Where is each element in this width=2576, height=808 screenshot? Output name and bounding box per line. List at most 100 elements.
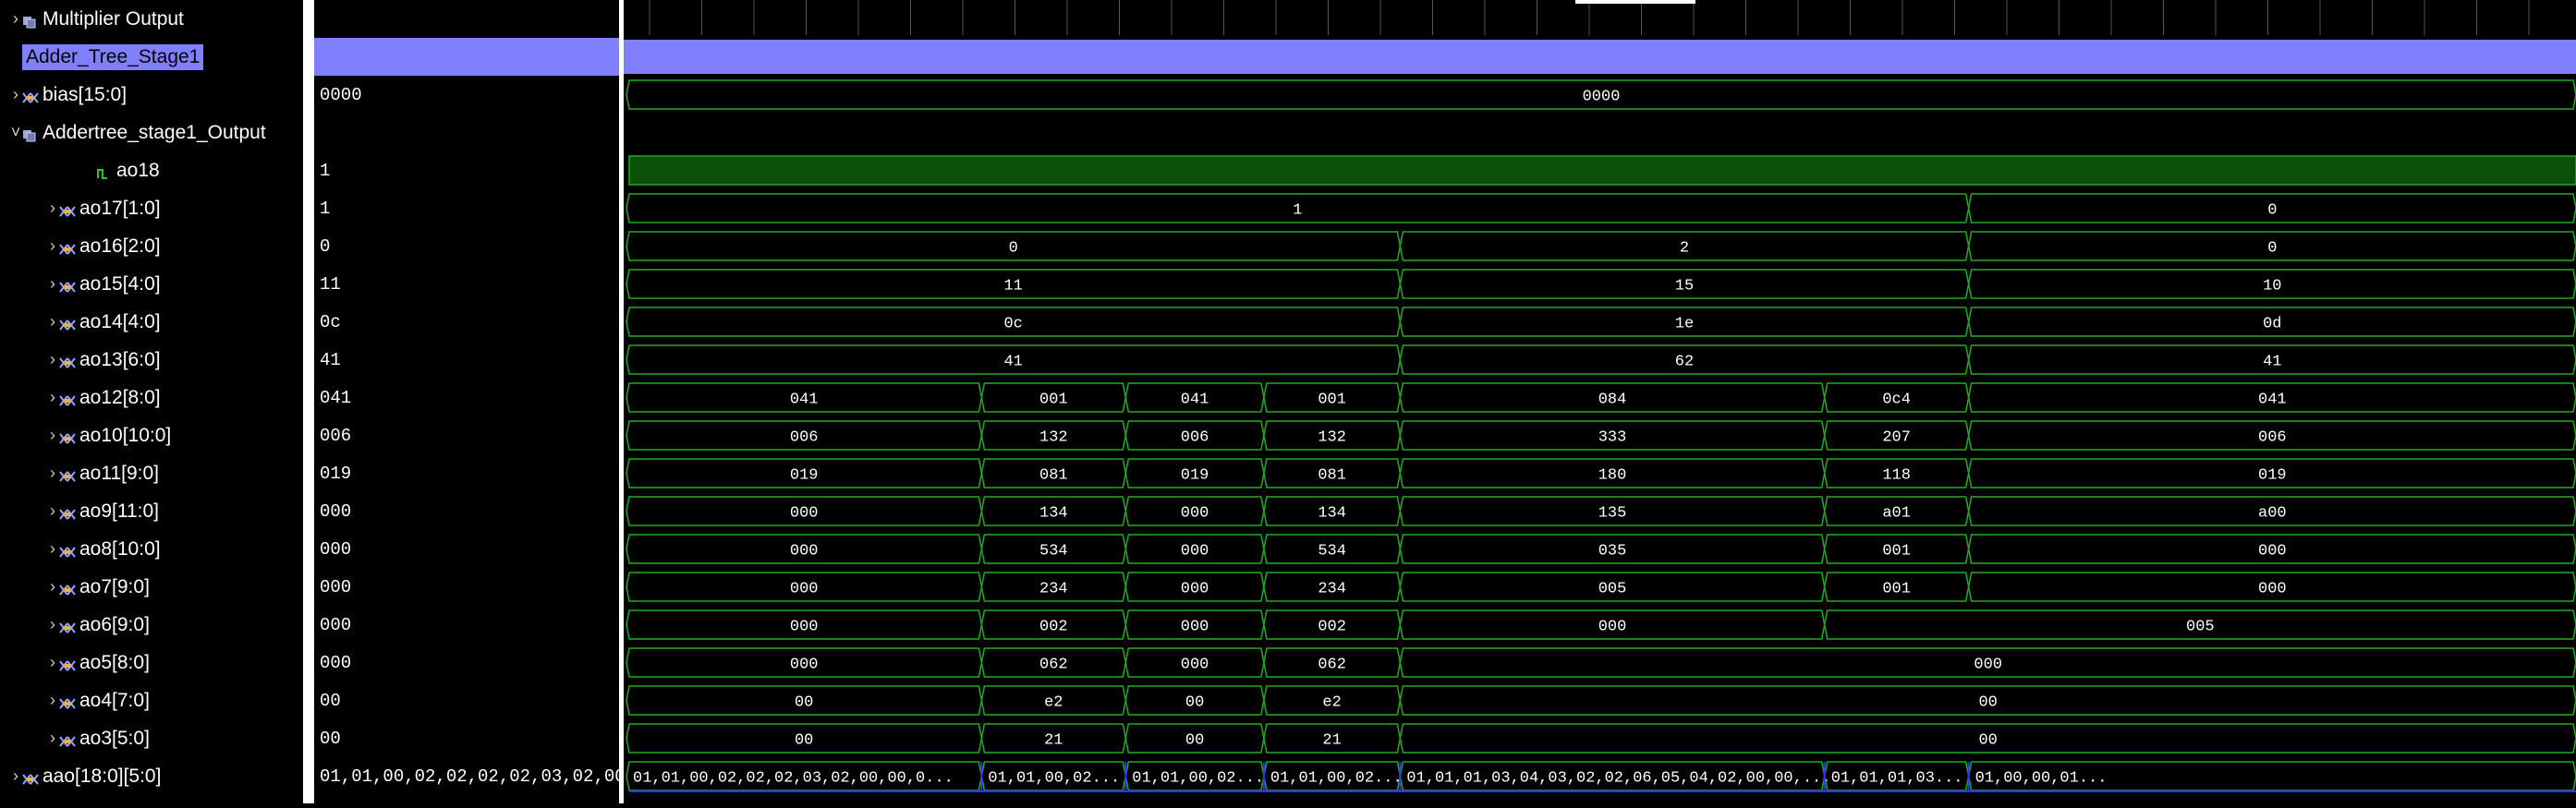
signal-value-ao6: 000 [314,606,619,644]
signal-name-label: ao9[11:0] [79,500,160,522]
signal-name-label: ao10[10:0] [79,424,172,446]
chevron-right-icon[interactable]: › [46,729,59,748]
signal-name-row-ao17[interactable]: › ao17[1:0] [0,189,303,227]
signal-name-row-ao12[interactable]: › ao12[8:0] [0,379,303,416]
chevron-right-icon[interactable]: › [46,199,59,218]
signal-value-text: 000 [320,500,352,522]
bus-value-label: e2 [1044,694,1063,712]
waveform-canvas[interactable]: 00001 00 2 011 15 100c 1e 0d41 62 41041 001 041 001 0… [624,0,2576,803]
signal-value-ao18: 1 [314,151,619,189]
signal-name-row-ao10[interactable]: › ao10[10:0] [0,416,303,454]
bus-value-label: 135 [1598,505,1627,523]
chevron-right-icon[interactable]: › [9,766,22,786]
chevron-right-icon[interactable]: › [46,236,59,256]
bus-value-label: a00 [2258,505,2287,523]
bus-value-label: 10 [2263,278,2281,295]
cursor-marker[interactable] [1575,0,1695,4]
bus-value-label: 62 [1675,354,1694,371]
bus-value-label: 000 [1598,619,1627,636]
signal-name-row-ao14[interactable]: › ao14[4:0] [0,303,303,341]
bus-value-label: 000 [2258,581,2287,598]
bus-icon [59,618,76,633]
chevron-right-icon[interactable]: › [9,9,22,29]
bus-icon [22,88,39,103]
signal-name-label: ao16[2:0] [79,235,161,257]
bus-value-label: 000 [1974,657,2002,674]
signal-name-row-multiplier_output[interactable]: › Multiplier Output [0,0,303,38]
chevron-right-icon[interactable]: › [46,691,59,710]
signal-name-row-ao13[interactable]: › ao13[6:0] [0,341,303,379]
bus-value-label: 234 [1039,581,1068,598]
signal-name-row-ao6[interactable]: › ao6[9:0] [0,606,303,644]
bus-value-label: 00 [1978,732,1997,750]
chevron-right-icon[interactable]: › [46,577,59,597]
bus-value-label: 0c4 [1882,392,1911,409]
signal-name-pane: › Multiplier Output Adder_Tree_Stage1 › bias… [0,0,303,803]
bus-icon [59,731,76,747]
signal-name-row-ao11[interactable]: › ao11[9:0] [0,454,303,492]
signal-name-row-ao8[interactable]: › ao8[10:0] [0,530,303,568]
signal-name-row-ao15[interactable]: › ao15[4:0] [0,265,303,303]
chevron-right-icon[interactable]: › [46,274,59,294]
signal-name-row-bias[interactable]: › bias[15:0] [0,76,303,114]
signal-name-label: ao6[9:0] [79,613,150,635]
bus-value-label: 01,00,00,01... [1975,770,2108,788]
signal-name-row-ao3[interactable]: › ao3[5:0] [0,719,303,757]
bus-value-label: 000 [1181,581,1209,598]
chevron-right-icon[interactable]: › [46,615,59,634]
chevron-right-icon[interactable]: › [46,464,59,483]
signal-name-row-ao18[interactable]: ao18 [0,151,303,189]
chevron-right-icon[interactable]: › [46,653,59,672]
bus-value-label: 000 [1181,657,1209,674]
signal-value-ao12: 041 [314,379,619,416]
signal-name-row-ao5[interactable]: › ao5[8:0] [0,644,303,681]
bus-value-label: 134 [1318,505,1346,523]
bus-icon [59,277,76,293]
signal-name-row-ao4[interactable]: › ao4[7:0] [0,681,303,719]
signal-name-row-addertree_stage1_output[interactable]: ˅ Addertree_stage1_Output [0,114,303,151]
signal-value-text: 0c [320,311,341,332]
signal-name-row-ao9[interactable]: › ao9[11:0] [0,492,303,530]
chevron-right-icon[interactable]: › [46,388,59,407]
bus-value-label: 01,01,00,02... [1270,770,1403,788]
bit-high-wave [628,155,2576,186]
bus-value-label: 0 [2267,240,2277,258]
signal-name-label: ao8[10:0] [79,537,161,560]
bus-value-label: 000 [1181,505,1209,523]
signal-name-row-ao16[interactable]: › ao16[2:0] [0,227,303,265]
signal-name-label: ao14[4:0] [79,310,161,332]
chevron-right-icon[interactable]: › [46,312,59,332]
signal-name-label: ao15[4:0] [79,272,161,295]
chevron-right-icon[interactable]: › [46,501,59,521]
group-highlight-bar [314,38,619,76]
bus-value-label: 0 [1009,240,1018,258]
bus-value-label: a01 [1882,505,1911,523]
chevron-down-icon[interactable]: ˅ [9,123,22,142]
chevron-right-icon[interactable]: › [9,85,22,104]
bus-value-label: 001 [1882,543,1911,561]
bus-value-label: 041 [2258,392,2287,409]
waveform-pane[interactable]: 0000 1 0 0 2 0 11 15 10 0c 1e 0d 41 62 41 041 001 041 001 0… [624,0,2576,803]
bus-value-label: 00 [795,694,813,712]
bus-value-label: 00 [795,732,813,750]
bus-value-label: 132 [1318,429,1346,447]
bus-value-label: 000 [1181,619,1209,636]
pane-divider[interactable] [303,0,314,803]
signal-name-row-aao[interactable]: › aao[18:0][5:0] [0,757,303,795]
bus-value-label: 005 [1598,581,1627,598]
signal-value-text: 11 [320,273,341,295]
bus-value-label: 21 [1322,732,1341,750]
bus-value-label: 15 [1675,278,1694,295]
signal-name-label: ao4[7:0] [79,689,150,711]
signal-value-text: 006 [320,425,352,446]
signal-value-ao4: 00 [314,681,619,719]
chevron-right-icon[interactable]: › [46,350,59,369]
signal-name-row-adder_tree_stage1[interactable]: Adder_Tree_Stage1 [0,38,303,76]
bus-value-label: 00 [1185,732,1204,750]
chevron-right-icon[interactable]: › [46,539,59,559]
group-icon [22,12,39,28]
signal-name-row-ao7[interactable]: › ao7[9:0] [0,568,303,606]
bus-icon [59,542,76,558]
chevron-right-icon[interactable]: › [46,426,59,445]
bus-value-label: 081 [1039,467,1068,485]
